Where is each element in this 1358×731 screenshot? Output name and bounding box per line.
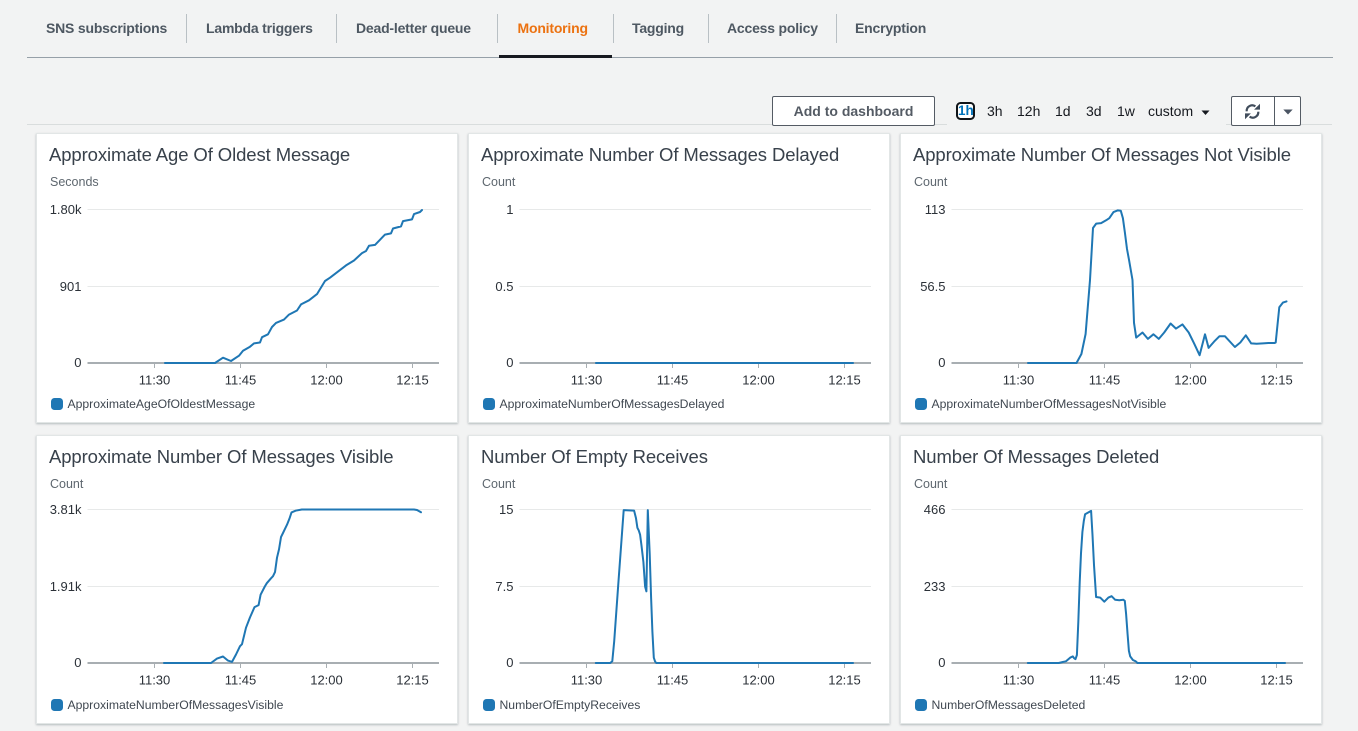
svg-text:7.5: 7.5 xyxy=(495,579,513,594)
svg-text:12:00: 12:00 xyxy=(310,373,343,388)
svg-text:11:30: 11:30 xyxy=(571,673,603,688)
svg-text:901: 901 xyxy=(60,279,82,294)
svg-text:113: 113 xyxy=(925,202,946,217)
svg-text:0: 0 xyxy=(938,355,945,370)
svg-text:11:30: 11:30 xyxy=(1003,373,1035,388)
svg-text:11:45: 11:45 xyxy=(657,673,689,688)
svg-text:233: 233 xyxy=(924,579,946,594)
svg-text:1: 1 xyxy=(506,202,513,217)
svg-text:11:45: 11:45 xyxy=(1089,373,1121,388)
svg-text:11:30: 11:30 xyxy=(1003,673,1035,688)
svg-text:12:15: 12:15 xyxy=(1260,373,1293,388)
svg-text:1.91k: 1.91k xyxy=(50,579,82,594)
svg-text:12:00: 12:00 xyxy=(742,373,775,388)
svg-text:12:15: 12:15 xyxy=(396,673,429,688)
svg-text:3.81k: 3.81k xyxy=(50,502,82,517)
svg-text:11:30: 11:30 xyxy=(571,373,603,388)
svg-text:0: 0 xyxy=(74,355,81,370)
svg-text:12:15: 12:15 xyxy=(396,373,429,388)
svg-text:0: 0 xyxy=(506,355,513,370)
svg-text:12:15: 12:15 xyxy=(828,373,861,388)
svg-text:1.80k: 1.80k xyxy=(50,202,82,217)
svg-text:12:00: 12:00 xyxy=(1174,673,1207,688)
svg-text:11:30: 11:30 xyxy=(139,373,171,388)
svg-text:12:00: 12:00 xyxy=(1174,373,1207,388)
svg-text:56.5: 56.5 xyxy=(920,279,945,294)
svg-text:12:00: 12:00 xyxy=(742,673,775,688)
svg-text:11:30: 11:30 xyxy=(139,673,171,688)
svg-text:15: 15 xyxy=(499,502,513,517)
svg-text:11:45: 11:45 xyxy=(1089,673,1121,688)
svg-text:12:00: 12:00 xyxy=(310,673,343,688)
svg-text:0.5: 0.5 xyxy=(495,279,513,294)
svg-text:11:45: 11:45 xyxy=(225,373,257,388)
svg-text:0: 0 xyxy=(506,655,513,670)
svg-text:0: 0 xyxy=(938,655,945,670)
svg-text:11:45: 11:45 xyxy=(657,373,689,388)
svg-text:0: 0 xyxy=(74,655,81,670)
svg-text:11:45: 11:45 xyxy=(225,673,257,688)
svg-text:12:15: 12:15 xyxy=(1260,673,1293,688)
svg-text:12:15: 12:15 xyxy=(828,673,861,688)
svg-text:466: 466 xyxy=(924,502,946,517)
